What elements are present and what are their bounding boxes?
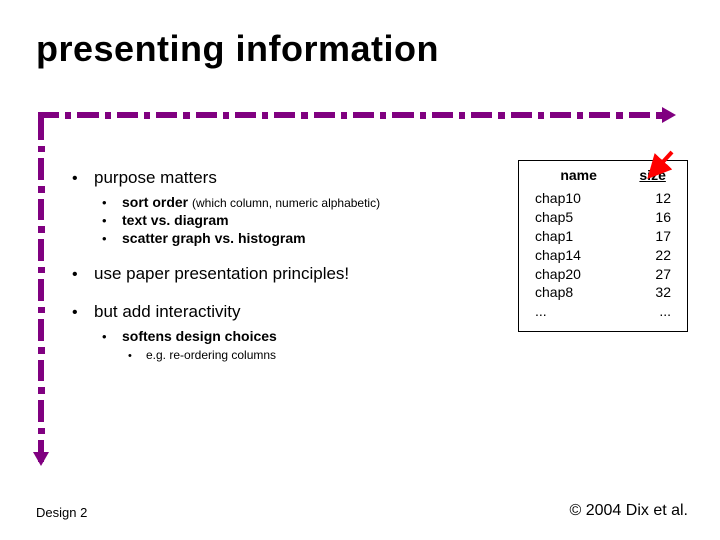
example-table: name size chap1012 chap516 chap117 chap1… [518,160,688,332]
bullet-text: softens design choices [122,328,277,344]
bullet-text: text vs. diagram [122,212,229,228]
table-row: chap1012 [529,189,677,208]
table-row: chap117 [529,227,677,246]
table-row: chap516 [529,208,677,227]
decorative-line-horizontal [38,112,668,118]
arrowhead-down-icon [33,452,49,466]
bullet-text: sort order (which column, numeric alphab… [122,194,380,210]
arrowhead-right-icon [662,107,676,123]
list-item: •text vs. diagram [102,212,492,228]
list-item: •e.g. re-ordering columns [128,348,492,362]
list-item: •scatter graph vs. histogram [102,230,492,246]
page-title: presenting information [36,28,439,70]
bullet-list: •purpose matters •sort order (which colu… [72,168,492,380]
table-row: chap832 [529,283,677,302]
footer-left: Design 2 [36,505,87,520]
bullet-text: e.g. re-ordering columns [146,348,276,362]
bullet-text: purpose matters [94,168,217,188]
footer-right: © 2004 Dix et al. [569,502,688,520]
list-item: •but add interactivity •softens design c… [72,302,492,362]
column-header-name: name [529,167,628,189]
column-header-size: size [628,167,677,189]
bullet-text: scatter graph vs. histogram [122,230,306,246]
decorative-line-vertical [38,112,44,462]
list-item: •softens design choices •e.g. re-orderin… [102,328,492,362]
bullet-text: use paper presentation principles! [94,264,349,284]
list-item: •sort order (which column, numeric alpha… [102,194,492,210]
bullet-text: but add interactivity [94,302,240,322]
table-row: chap2027 [529,265,677,284]
list-item: •purpose matters •sort order (which colu… [72,168,492,246]
slide: presenting information [0,0,720,540]
table-row: chap1422 [529,246,677,265]
table-row: ...... [529,302,677,321]
table-header-row: name size [529,167,677,189]
list-item: •use paper presentation principles! [72,264,492,284]
